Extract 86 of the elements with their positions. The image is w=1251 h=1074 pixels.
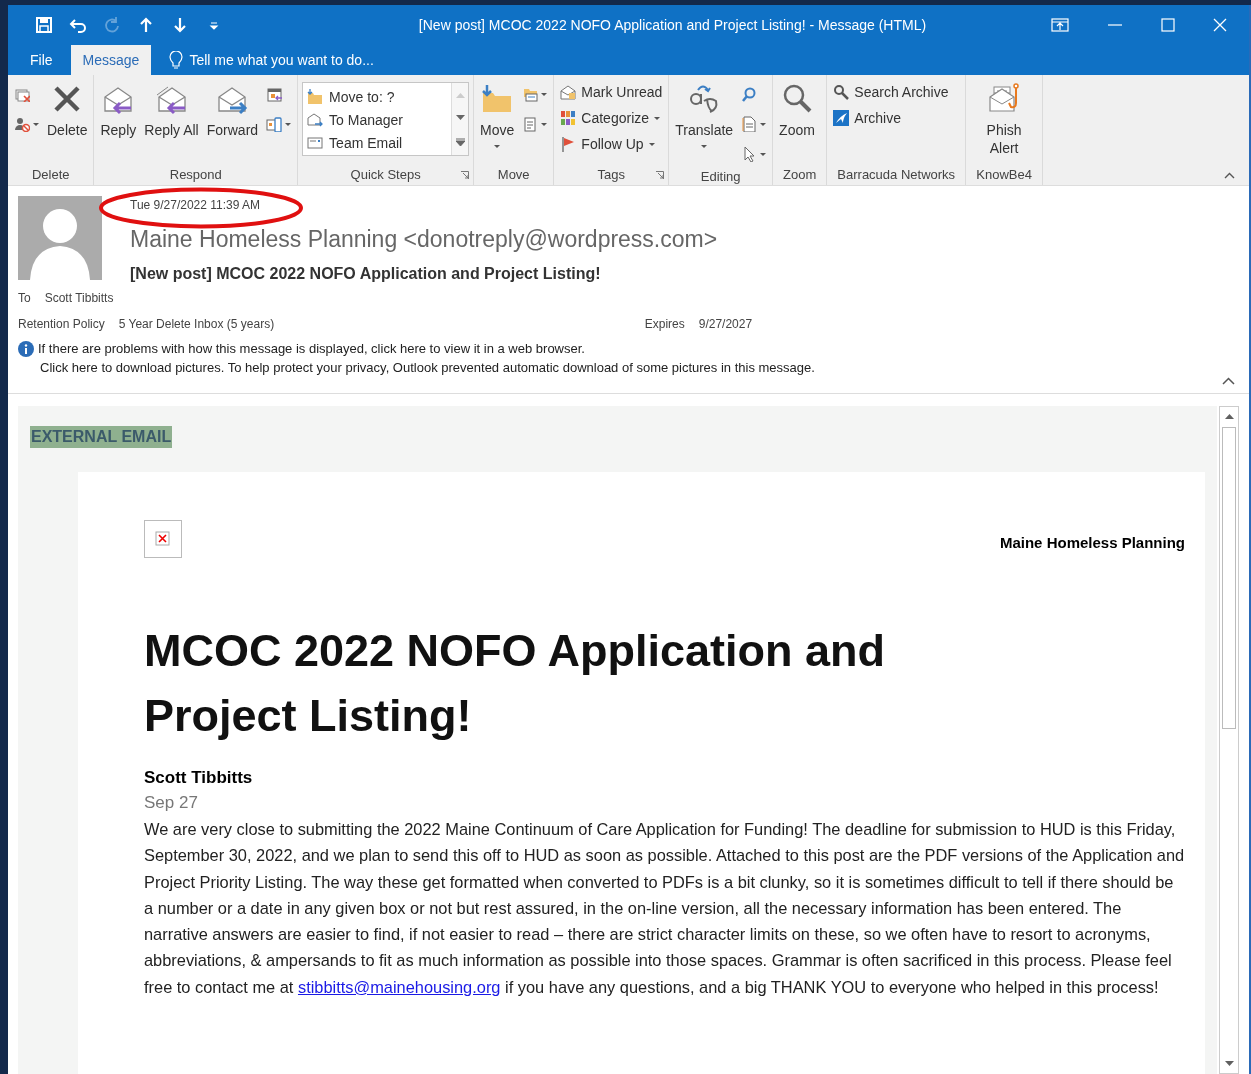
group-label: Tags <box>597 166 625 182</box>
retention-value: 5 Year Delete Inbox (5 years) <box>118 317 276 331</box>
archive-icon <box>833 110 850 126</box>
caret-icon[interactable] <box>541 122 548 126</box>
group-label: Quick Steps <box>350 166 421 182</box>
infobar-message[interactable]: Click here to download pictures. To help protect your privacy, Outlook prevented automatic download of some pictures in this message. <box>18 360 815 376</box>
close-icon[interactable] <box>1213 18 1227 32</box>
group-label: Zoom <box>783 166 817 182</box>
message-subject: [New post] MCOC 2022 NOFO Application and Project Listing! <box>130 265 602 283</box>
quick-step-item[interactable]: Move to: ? <box>305 85 446 108</box>
expires-label: Expires <box>644 317 685 331</box>
quick-step-item[interactable]: Team Email <box>305 131 446 154</box>
window-title: [New post] MCOC 2022 NOFO Application and Project Listing! - Message (HTML) <box>417 17 928 33</box>
author-name: Scott Tibbitts <box>144 768 254 788</box>
group-label: Move <box>497 166 530 182</box>
scroll-thumb[interactable] <box>1222 427 1236 729</box>
group-label: Barracuda Networks <box>837 166 956 182</box>
folder-icon <box>481 83 514 115</box>
recipient-name[interactable]: Scott Tibbitts <box>44 291 114 305</box>
save-icon[interactable] <box>34 15 54 35</box>
caret-icon[interactable] <box>541 92 548 96</box>
ribbon-button[interactable]: Search Archive <box>831 81 951 103</box>
group-label: Delete <box>31 166 70 182</box>
site-name[interactable]: Maine Homeless Planning <box>999 533 1185 551</box>
expand-gallery-icon[interactable] <box>455 138 465 147</box>
folder-icon <box>307 88 324 105</box>
collapse-header-icon[interactable] <box>1222 377 1235 385</box>
envelope-icon <box>307 134 324 151</box>
ribbon-button[interactable]: Reply <box>98 81 139 141</box>
scroll-up-icon[interactable] <box>1224 413 1234 419</box>
search-icon <box>833 84 850 100</box>
ribbon-button[interactable]: Translate <box>673 81 736 150</box>
scroll-down-icon[interactable] <box>455 115 465 121</box>
color-grid-icon <box>560 110 577 126</box>
dialog-launcher-icon[interactable] <box>656 171 665 179</box>
envelope-stack-icon[interactable] <box>14 86 30 102</box>
post-title[interactable]: MCOC 2022 NOFO Application and Project Listing! <box>144 618 944 748</box>
folder-card-icon[interactable] <box>522 86 539 102</box>
caret-icon[interactable] <box>285 122 292 126</box>
ribbon-button[interactable]: Phish Alert <box>970 81 1039 159</box>
caret-icon[interactable] <box>33 122 39 126</box>
ribbon-button[interactable]: Reply All <box>142 81 201 141</box>
post-date: Sep 27 <box>144 793 199 813</box>
ribbon-button[interactable]: Follow Up <box>558 133 665 155</box>
ribbon-button[interactable]: Delete <box>45 81 90 141</box>
calendar-icon[interactable] <box>266 86 283 102</box>
ribbon-button[interactable]: Zoom <box>777 81 817 141</box>
email-link[interactable]: stibbitts@mainehousing.org <box>297 977 501 996</box>
ribbon-tab[interactable]: Message <box>70 45 152 75</box>
sender-address[interactable]: Maine Homeless Planning <donotreply@wordpress.com> <box>130 226 718 253</box>
to-label: To <box>18 291 31 305</box>
group-label: Respond <box>169 166 222 182</box>
group-label: KnowBe4 <box>976 166 1032 182</box>
ribbon-button[interactable]: Categorize <box>558 107 665 129</box>
retention-label: Retention Policy <box>18 317 105 331</box>
caret-icon[interactable] <box>760 122 767 126</box>
ribbon-button[interactable]: Move <box>478 81 517 150</box>
expires-value: 9/27/2027 <box>698 317 753 331</box>
quick-step-item[interactable]: To Manager <box>305 108 446 131</box>
lightbulb-icon[interactable] <box>169 51 184 69</box>
envelope-icon <box>560 84 577 100</box>
person-blocked-icon[interactable] <box>14 116 30 132</box>
magnifier-icon <box>781 83 813 115</box>
avatar-icon <box>18 196 102 280</box>
caret-icon[interactable] <box>760 152 767 156</box>
dialog-launcher-icon[interactable] <box>461 171 470 179</box>
hooked-envelope-icon <box>988 83 1021 115</box>
ribbon-display-icon[interactable] <box>1051 17 1069 33</box>
sent-date: Tue 9/27/2022 11:39 AM <box>130 198 262 212</box>
collapse-ribbon-icon[interactable] <box>1224 172 1235 179</box>
post-paragraph: We are very close to submitting the 2022 Maine Continuum of Care Application for Funding! The deadline for submission to HUD is this Friday, September 30, 2022, and we plan to send this off to HUD as soon as possible. Attached to this post are the PDF versions of the Application and Project Priority Listing. The way these get formatted when converted to PDFs is a bit clunky, so it is sometimes difficult to tell if there should be a number or a date in any given box or not but rest assured, in the on-line version, all the necessary information has been entered. The narrative answers are easier to find, if not easier to read – there are strict character limits on these, so we often have to resort to acronyms, abbreviations, & ampersands to fit as much information as possible into those spaces. Grammar is often sacrificed in this process. Please feel free to contact me at stibbitts@mainehousing.org if you have any questions, and a big THANK YOU to everyone who helped in this process! <box>144 819 1185 998</box>
search-icon[interactable] <box>741 86 758 102</box>
external-email-banner: EXTERNAL EMAIL <box>30 426 173 448</box>
scroll-down-icon[interactable] <box>1224 1061 1234 1067</box>
tell-me-search[interactable]: Tell me what you want to do... <box>189 45 374 75</box>
ribbon-tab[interactable]: File <box>18 45 65 75</box>
ribbon-button[interactable]: Archive <box>831 107 951 129</box>
ribbon-button[interactable]: Forward <box>204 81 261 141</box>
maximize-icon[interactable] <box>1161 18 1175 32</box>
vertical-scrollbar[interactable] <box>1219 406 1239 1074</box>
info-icon <box>18 341 34 357</box>
infobar-message[interactable]: If there are problems with how this message is displayed, click here to view it in a web browser. <box>38 341 815 357</box>
broken-image-icon <box>144 520 182 558</box>
group-label: Editing <box>700 168 741 184</box>
document-icon[interactable] <box>741 116 758 132</box>
ribbon-button[interactable]: Mark Unread <box>558 81 665 103</box>
